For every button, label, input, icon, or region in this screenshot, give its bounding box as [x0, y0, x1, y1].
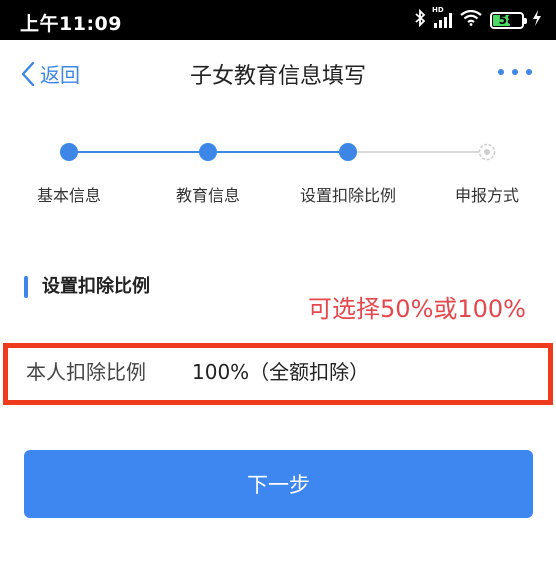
step-connector: [217, 151, 339, 153]
step-dot-current: [339, 143, 357, 161]
step-connector: [357, 151, 479, 153]
battery-level: 58: [498, 12, 516, 27]
step-label-education: 教育信息: [175, 186, 241, 205]
battery-icon: 58: [490, 11, 527, 29]
step-dot-done: [60, 143, 78, 161]
nav-bar: 返回 子女教育信息填写: [0, 40, 556, 106]
signal-icon: HD: [432, 6, 452, 28]
hd-label: HD: [432, 6, 444, 14]
step-pending-icon: [478, 143, 496, 161]
section-title: 设置扣除比例: [42, 276, 150, 297]
step-connector: [78, 151, 200, 153]
deduction-ratio-row[interactable]: 本人扣除比例 100%（全额扣除）: [3, 343, 553, 405]
step-label-basic: 基本信息: [36, 186, 102, 205]
bluetooth-icon: [414, 8, 426, 31]
ratio-value: 100%（全额扣除）: [192, 360, 370, 384]
step-label-ratio: 设置扣除比例: [299, 186, 397, 205]
next-step-button[interactable]: 下一步: [24, 450, 533, 518]
status-time: 上午11:09: [20, 13, 122, 35]
step-label-method: 申报方式: [454, 186, 520, 205]
ratio-label: 本人扣除比例: [26, 360, 146, 384]
annotation-text: 可选择50%或100%: [308, 295, 526, 323]
page-title: 子女教育信息填写: [189, 64, 366, 89]
more-dots-icon[interactable]: [498, 62, 532, 82]
charging-icon: [532, 10, 542, 30]
section-accent-bar: [24, 276, 28, 298]
step-dot-done: [199, 143, 217, 161]
status-bar: 上午11:09 HD 58: [0, 0, 556, 40]
wifi-icon: [460, 9, 482, 30]
status-icons: HD 58: [414, 6, 542, 31]
progress-stepper: 基本信息 教育信息 设置扣除比例 申报方式: [0, 106, 556, 226]
